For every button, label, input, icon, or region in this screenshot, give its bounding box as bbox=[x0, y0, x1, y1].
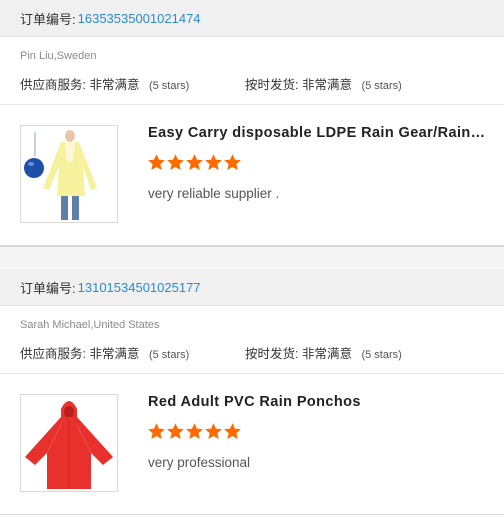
product-review: Easy Carry disposable LDPE Rain Gear/Rai… bbox=[0, 105, 504, 246]
raincoat-image bbox=[21, 126, 117, 222]
buyer-name: Pin Liu,Sweden bbox=[20, 50, 97, 62]
product-review: Red Adult PVC Rain Ponchos very professi… bbox=[0, 374, 504, 515]
star-icon bbox=[186, 423, 203, 440]
star-icon bbox=[224, 154, 241, 171]
on-time-value: 非常满意 bbox=[301, 347, 352, 361]
on-time-shipping-rating: 按时发货: 非常满意 (5 stars) bbox=[245, 74, 402, 93]
buyer-info: Sarah Michael,United States 供应商服务: 非常满意 … bbox=[0, 306, 504, 374]
star-icon bbox=[224, 423, 241, 440]
product-title[interactable]: Red Adult PVC Rain Ponchos bbox=[148, 394, 488, 410]
star-icon bbox=[205, 154, 222, 171]
on-time-stars: (5 stars) bbox=[361, 349, 402, 361]
order-number-link[interactable]: 16353535001021474 bbox=[78, 11, 201, 26]
poncho-image bbox=[21, 395, 117, 491]
order-number-label: 订单编号: bbox=[20, 280, 76, 296]
review-list: 订单编号: 16353535001021474 Pin Liu,Sweden 供… bbox=[0, 0, 504, 515]
supplier-service-rating: 供应商服务: 非常满意 (5 stars) bbox=[20, 78, 189, 92]
star-icon bbox=[167, 154, 184, 171]
star-icon bbox=[186, 154, 203, 171]
on-time-value: 非常满意 bbox=[301, 78, 352, 92]
supplier-service-value: 非常满意 bbox=[89, 347, 140, 361]
review-text: very reliable supplier . bbox=[148, 186, 280, 201]
on-time-label: 按时发货: bbox=[245, 78, 299, 92]
order-number-label: 订单编号: bbox=[20, 11, 76, 27]
star-icon bbox=[167, 423, 184, 440]
star-rating bbox=[147, 153, 242, 172]
product-thumbnail[interactable] bbox=[20, 394, 118, 492]
supplier-service-stars: (5 stars) bbox=[148, 349, 190, 361]
order-header: 订单编号: 16353535001021474 bbox=[0, 0, 504, 37]
order-number-link[interactable]: 13101534501025177 bbox=[78, 280, 201, 295]
buyer-info: Pin Liu,Sweden 供应商服务: 非常满意 (5 stars) 按时发… bbox=[0, 37, 504, 105]
supplier-service-rating: 供应商服务: 非常满意 (5 stars) bbox=[20, 347, 189, 361]
order-header: 订单编号: 13101534501025177 bbox=[0, 269, 504, 306]
card-divider bbox=[0, 246, 504, 268]
supplier-service-label: 供应商服务: bbox=[20, 78, 86, 92]
product-thumbnail[interactable] bbox=[20, 125, 118, 223]
supplier-service-label: 供应商服务: bbox=[20, 347, 86, 361]
order-card: 订单编号: 16353535001021474 Pin Liu,Sweden 供… bbox=[0, 0, 504, 246]
product-title[interactable]: Easy Carry disposable LDPE Rain Gear/Rai… bbox=[148, 125, 488, 141]
star-rating bbox=[147, 422, 242, 441]
on-time-stars: (5 stars) bbox=[361, 80, 402, 92]
order-card: 订单编号: 13101534501025177 Sarah Michael,Un… bbox=[0, 269, 504, 515]
star-icon bbox=[148, 423, 165, 440]
supplier-service-value: 非常满意 bbox=[89, 78, 140, 92]
buyer-name: Sarah Michael,United States bbox=[20, 319, 160, 331]
star-icon bbox=[148, 154, 165, 171]
supplier-ratings: 供应商服务: 非常满意 (5 stars) 按时发货: 非常满意 (5 star… bbox=[20, 74, 500, 93]
supplier-ratings: 供应商服务: 非常满意 (5 stars) 按时发货: 非常满意 (5 star… bbox=[20, 343, 500, 362]
supplier-service-stars: (5 stars) bbox=[148, 80, 190, 92]
on-time-shipping-rating: 按时发货: 非常满意 (5 stars) bbox=[245, 343, 402, 362]
star-icon bbox=[205, 423, 222, 440]
on-time-label: 按时发货: bbox=[245, 347, 299, 361]
review-text: very professional bbox=[148, 455, 251, 470]
